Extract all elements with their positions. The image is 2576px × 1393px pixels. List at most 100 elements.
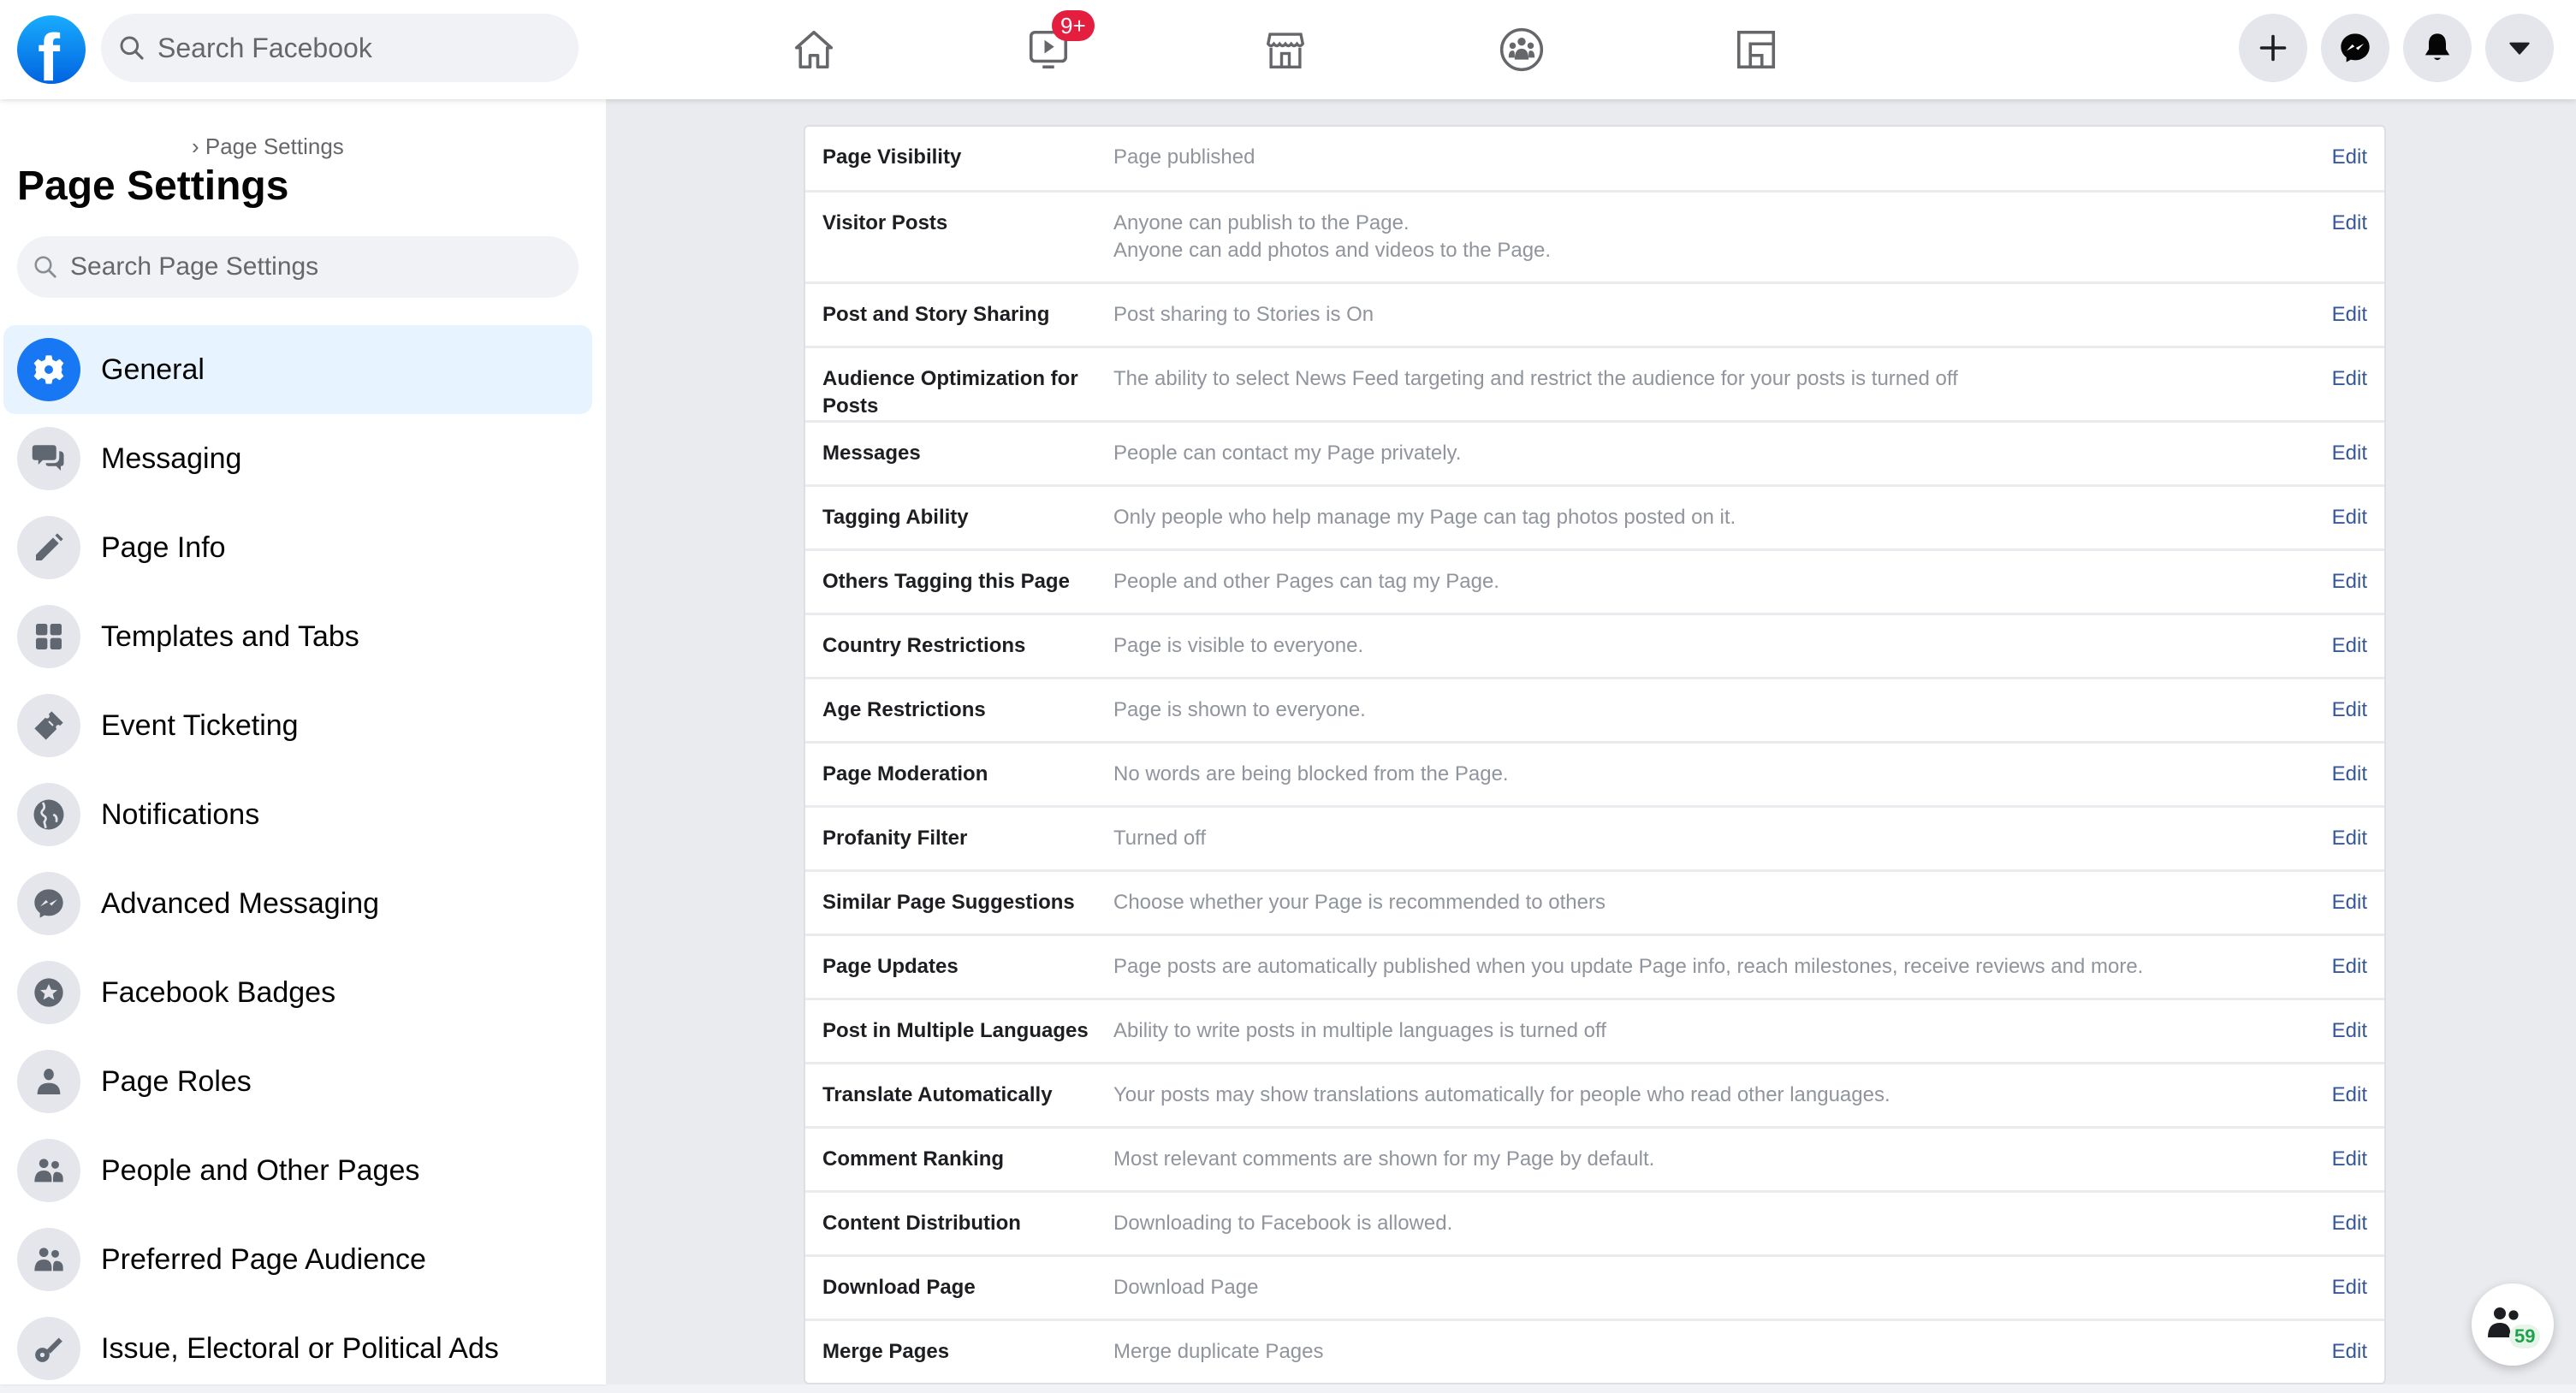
sidebar-item-messaging[interactable]: Messaging [3,414,592,503]
setting-value-line: People and other Pages can tag my Page. [1113,570,1499,593]
settings-row: Others Tagging this Page People and other… [805,548,2384,613]
edit-link[interactable]: Edit [2332,301,2367,346]
sidebar-item-notifications[interactable]: Notifications [3,770,592,859]
setting-value: Most relevant comments are shown for my … [1113,1146,2332,1190]
sidebar-item-label: Facebook Badges [101,975,336,1009]
setting-label: Page Updates [822,955,959,978]
marketplace-icon [1266,33,1305,68]
edit-link[interactable]: Edit [2332,440,2367,484]
nav-home[interactable] [783,19,845,80]
settings-row: Page Updates Page posts are automatically… [805,934,2384,998]
page-settings-sidebar: › Page Settings Page Settings General Me… [0,99,606,1384]
setting-value: Only people who help manage my Page can … [1113,504,2332,548]
edit-link[interactable]: Edit [2332,365,2367,420]
page-settings-search-input[interactable] [70,252,447,282]
sidebar-item-general[interactable]: General [3,325,592,414]
setting-value: People can contact my Page privately. [1113,440,2332,484]
setting-value: Download Page [1113,1274,2332,1319]
setting-label: Messages [822,442,921,465]
edit-link[interactable]: Edit [2332,210,2367,282]
sidebar-item-people-and-other-pages[interactable]: People and Other Pages [3,1126,592,1215]
setting-value: Merge duplicate Pages [1113,1338,2332,1383]
setting-label: Download Page [822,1276,976,1299]
nav-gaming[interactable] [1725,19,1787,80]
gear-icon [17,338,80,401]
setting-value-line: Ability to write posts in multiple langu… [1113,1019,1606,1042]
setting-value-line: Downloading to Facebook is allowed. [1113,1212,1453,1235]
account-menu-button[interactable] [2485,14,2554,82]
settings-row: Page Visibility Page published Edit [805,127,2384,190]
setting-label: Content Distribution [822,1212,1021,1235]
sidebar-item-label: Notifications [101,797,260,831]
edit-link[interactable]: Edit [2332,1274,2367,1319]
edit-link[interactable]: Edit [2332,1017,2367,1062]
setting-value-line: Download Page [1113,1276,1259,1299]
settings-row: Country Restrictions Page is visible to e… [805,613,2384,677]
settings-nav-list: General Messaging Page Info Templates an… [3,325,592,1393]
breadcrumb[interactable]: › Page Settings [192,133,344,160]
gaming-icon [1736,30,1776,69]
sidebar-item-preferred-page-audience[interactable]: Preferred Page Audience [3,1215,592,1304]
sidebar-item-event-ticketing[interactable]: Event Ticketing [3,681,592,770]
contacts-floating-button[interactable]: 59 [2472,1283,2554,1366]
setting-value-line: Choose whether your Page is recommended … [1113,891,1606,914]
edit-link[interactable]: Edit [2332,1082,2367,1126]
ticket-icon [17,694,80,757]
nav-marketplace[interactable] [1255,19,1316,80]
settings-row: Tagging Ability Only people who help mana… [805,484,2384,548]
sidebar-item-political-ads[interactable]: Issue, Electoral or Political Ads [3,1304,592,1393]
setting-value: Ability to write posts in multiple langu… [1113,1017,2332,1062]
sidebar-item-advanced-messaging[interactable]: Advanced Messaging [3,859,592,948]
setting-value-line: The ability to select News Feed targetin… [1113,367,1958,390]
setting-value: The ability to select News Feed targetin… [1113,365,2332,420]
setting-value-line: Only people who help manage my Page can … [1113,506,1736,529]
sidebar-item-templates-and-tabs[interactable]: Templates and Tabs [3,592,592,681]
edit-link[interactable]: Edit [2332,1210,2367,1254]
nav-watch[interactable]: 9+ [1018,10,1095,80]
people-icon [17,1228,80,1291]
edit-link[interactable]: Edit [2332,953,2367,998]
plus-icon [2259,34,2287,62]
edit-link[interactable]: Edit [2332,1146,2367,1190]
setting-value-line: Page posts are automatically published w… [1113,955,2144,978]
edit-link[interactable]: Edit [2332,889,2367,934]
edit-link[interactable]: Edit [2332,632,2367,677]
facebook-search-input[interactable] [157,32,534,64]
sidebar-item-label: General [101,353,205,386]
sidebar-item-facebook-badges[interactable]: Facebook Badges [3,948,592,1037]
edit-link[interactable]: Edit [2332,696,2367,741]
sidebar-item-label: Messaging [101,442,242,475]
settings-row: Similar Page Suggestions Choose whether y… [805,869,2384,934]
setting-value-line: Anyone can add photos and videos to the … [1113,239,1552,262]
sidebar-item-label: Advanced Messaging [101,886,380,920]
edit-link[interactable]: Edit [2332,144,2367,190]
setting-value-line: Page is visible to everyone. [1113,634,1364,657]
setting-label: Page Moderation [822,762,988,785]
edit-link[interactable]: Edit [2332,504,2367,548]
facebook-logo[interactable]: f [17,15,86,84]
caret-down-icon [2509,42,2530,55]
settings-row: Audience Optimization for Posts The abili… [805,346,2384,420]
edit-link[interactable]: Edit [2332,1338,2367,1383]
setting-value: Page is shown to everyone. [1113,696,2332,741]
nav-groups[interactable] [1491,19,1552,80]
setting-value: Anyone can publish to the Page. Anyone ca… [1113,210,2332,282]
page-settings-search-box[interactable] [17,236,579,298]
setting-value-line: Turned off [1113,827,1207,850]
sidebar-item-page-info[interactable]: Page Info [3,503,592,592]
edit-link[interactable]: Edit [2332,825,2367,869]
messenger-icon [17,872,80,935]
facebook-search-box[interactable] [101,14,579,82]
sidebar-item-label: Event Ticketing [101,708,299,742]
create-button[interactable] [2239,14,2307,82]
chat-bubbles-icon [17,427,80,490]
setting-value: Your posts may show translations automat… [1113,1082,2332,1126]
messenger-button[interactable] [2321,14,2389,82]
sidebar-item-page-roles[interactable]: Page Roles [3,1037,592,1126]
edit-link[interactable]: Edit [2332,761,2367,805]
star-badge-icon [17,961,80,1024]
search-icon [34,256,56,278]
setting-value-line: No words are being blocked from the Page… [1113,762,1509,785]
notifications-button[interactable] [2403,14,2472,82]
edit-link[interactable]: Edit [2332,568,2367,613]
